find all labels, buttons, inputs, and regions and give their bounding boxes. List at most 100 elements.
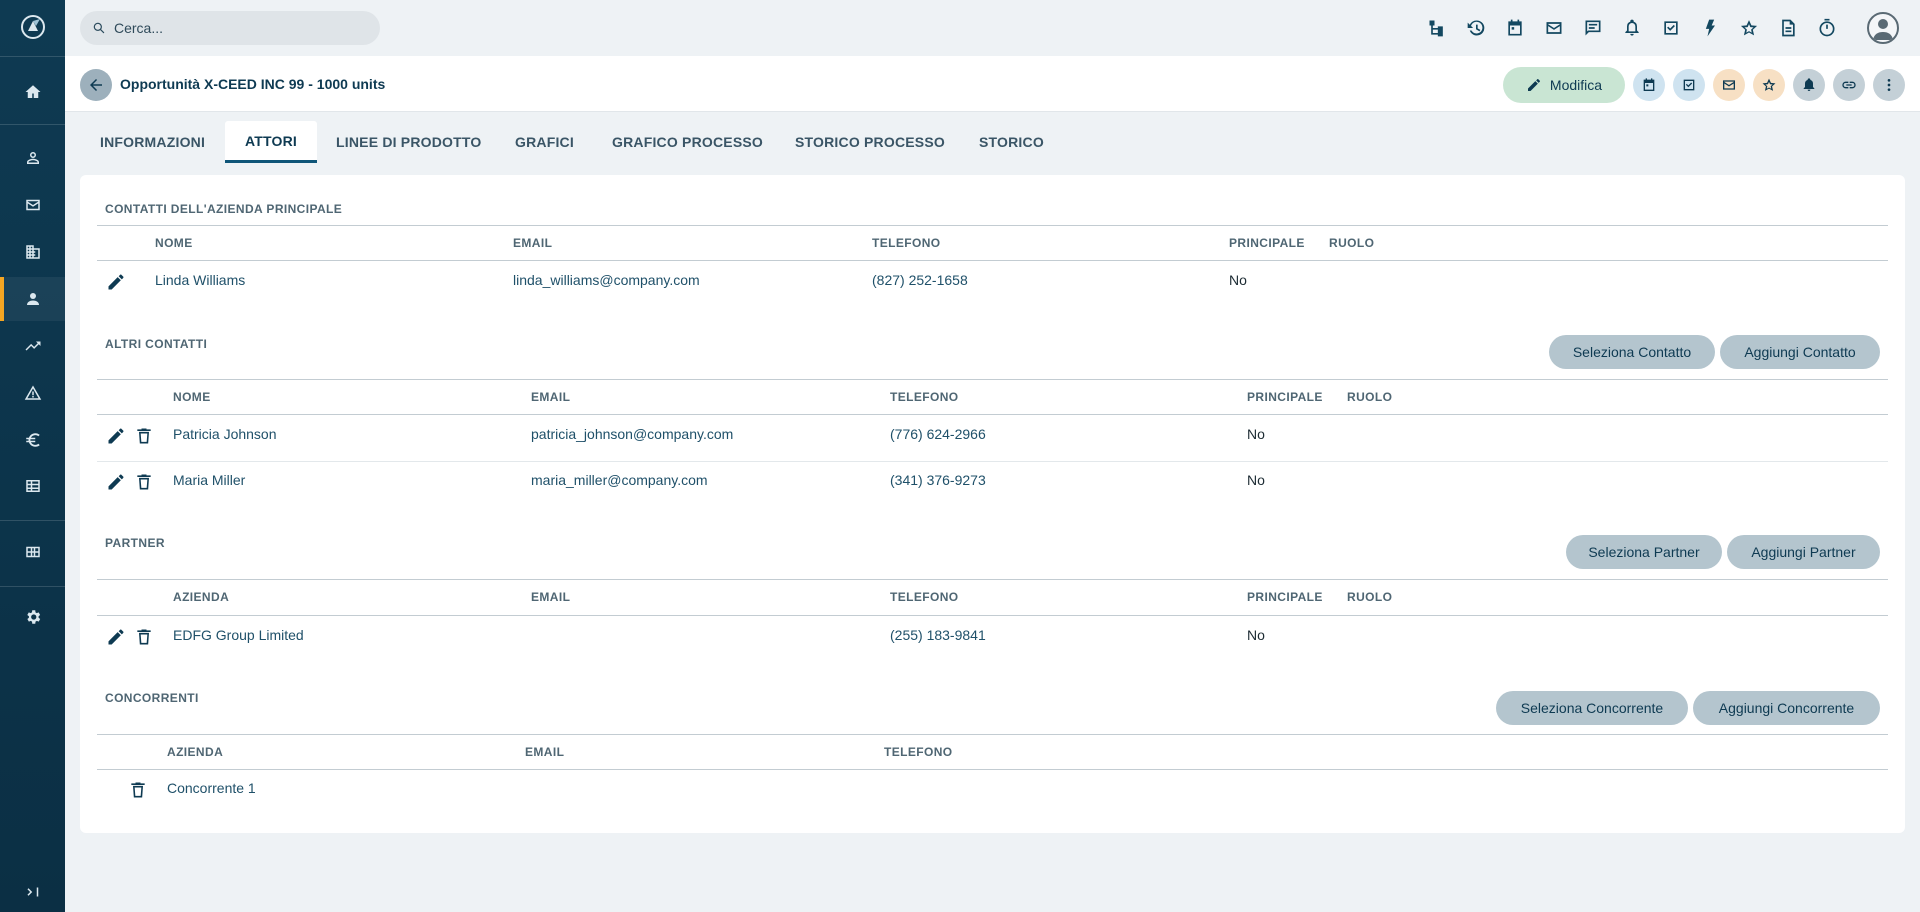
more-options-button[interactable]: [1873, 69, 1905, 101]
tab-linee-di-prodotto[interactable]: LINEE DI PRODOTTO: [316, 121, 502, 163]
add-task-button[interactable]: [1673, 69, 1705, 101]
sidebar-divider: [0, 520, 65, 521]
sidebar-item-finance[interactable]: [0, 418, 65, 462]
edit-row-button[interactable]: [106, 472, 126, 492]
tab-informazioni[interactable]: INFORMAZIONI: [80, 121, 225, 163]
select-competitor-button[interactable]: Seleziona Concorrente: [1496, 691, 1688, 725]
header-divider: [97, 615, 1888, 616]
sidebar-divider: [0, 124, 65, 125]
sidebar-item-mail[interactable]: [0, 183, 65, 227]
tab-storico-processo[interactable]: STORICO PROCESSO: [775, 121, 965, 163]
delete-row-button[interactable]: [134, 472, 154, 492]
column-header-name: NOME: [155, 236, 193, 250]
competitor-name-link[interactable]: Concorrente 1: [167, 780, 256, 796]
delete-row-button[interactable]: [134, 627, 154, 647]
sidebar-item-users[interactable]: [0, 136, 65, 180]
edit-row-button[interactable]: [106, 272, 126, 292]
add-partner-button[interactable]: Aggiungi Partner: [1727, 535, 1880, 569]
topbar-history-button[interactable]: [1464, 16, 1488, 40]
sidebar: [0, 0, 65, 912]
bell-icon: [1803, 78, 1815, 91]
sidebar-item-settings[interactable]: [0, 595, 65, 639]
topbar-timer-button[interactable]: [1815, 16, 1839, 40]
edit-row-button[interactable]: [106, 426, 126, 446]
gear-icon: [26, 610, 40, 624]
reminder-button[interactable]: [1793, 69, 1825, 101]
back-button[interactable]: [80, 69, 112, 101]
section-title-competitors: CONCORRENTI: [105, 691, 199, 705]
sidebar-item-tickets[interactable]: [0, 371, 65, 415]
trash-icon: [137, 474, 151, 490]
contact-primary-value: No: [1247, 472, 1265, 488]
add-contact-button[interactable]: Aggiungi Contatto: [1720, 335, 1880, 369]
column-header-role: RUOLO: [1329, 236, 1375, 250]
favorite-button[interactable]: [1753, 69, 1785, 101]
contact-phone-link[interactable]: (341) 376-9273: [890, 472, 986, 488]
top-bar: [65, 0, 1920, 56]
link-icon: [1842, 81, 1856, 89]
topbar-documents-button[interactable]: [1776, 16, 1800, 40]
topbar-quick-actions-button[interactable]: [1698, 16, 1722, 40]
document-icon: [1782, 19, 1795, 37]
select-contact-button[interactable]: Seleziona Contatto: [1549, 335, 1715, 369]
edit-button[interactable]: Modifica: [1503, 67, 1625, 103]
sidebar-item-companies[interactable]: [0, 230, 65, 274]
topbar-calendar-button[interactable]: [1503, 16, 1527, 40]
send-email-button[interactable]: [1713, 69, 1745, 101]
task-icon: [1683, 79, 1695, 91]
contact-email-link[interactable]: maria_miller@company.com: [531, 472, 708, 488]
sidebar-divider: [0, 56, 65, 57]
tab-attori[interactable]: ATTORI: [225, 121, 318, 163]
search-box[interactable]: [80, 11, 380, 45]
sidebar-collapse-toggle[interactable]: [0, 870, 65, 912]
section-title-main-contacts: CONTATTI DELL'AZIENDA PRINCIPALE: [105, 202, 343, 216]
topbar-chat-button[interactable]: [1581, 16, 1605, 40]
column-header-phone: TELEFONO: [890, 390, 959, 404]
user-icon: [1873, 19, 1893, 40]
topbar-hierarchy-button[interactable]: [1425, 16, 1449, 40]
tab-storico[interactable]: STORICO: [959, 121, 1064, 163]
calendar-icon: [1643, 78, 1655, 91]
sidebar-item-opportunities[interactable]: [0, 324, 65, 368]
sidebar-item-reports[interactable]: [0, 464, 65, 508]
copy-link-button[interactable]: [1833, 69, 1865, 101]
app-logo[interactable]: [20, 14, 46, 40]
sidebar-item-contacts[interactable]: [0, 277, 65, 321]
contact-name-link[interactable]: Patricia Johnson: [173, 426, 277, 442]
person-outline-icon: [26, 152, 39, 164]
contact-primary-value: No: [1229, 272, 1247, 288]
partner-name-link[interactable]: EDFG Group Limited: [173, 627, 304, 643]
user-avatar[interactable]: [1867, 12, 1899, 44]
contact-phone-link[interactable]: (827) 252-1658: [872, 272, 968, 288]
table-icon: [25, 480, 40, 492]
star-icon: [1762, 78, 1776, 91]
add-event-button[interactable]: [1633, 69, 1665, 101]
section-divider: [97, 579, 1888, 580]
contact-name-link[interactable]: Linda Williams: [155, 272, 245, 288]
header-divider: [97, 260, 1888, 261]
arrow-left-icon: [90, 79, 102, 91]
topbar-favorites-button[interactable]: [1737, 16, 1761, 40]
sidebar-item-apps[interactable]: [0, 530, 65, 574]
delete-row-button[interactable]: [128, 780, 148, 800]
tab-grafico-processo[interactable]: GRAFICO PROCESSO: [592, 121, 783, 163]
contact-name-link[interactable]: Maria Miller: [173, 472, 245, 488]
contact-phone-link[interactable]: (776) 624-2966: [890, 426, 986, 442]
trending-up-icon: [25, 341, 40, 351]
topbar-notifications-button[interactable]: [1620, 16, 1644, 40]
select-partner-button[interactable]: Seleziona Partner: [1566, 535, 1722, 569]
search-input[interactable]: [114, 20, 364, 36]
calendar-icon: [1508, 19, 1522, 36]
delete-row-button[interactable]: [134, 426, 154, 446]
column-header-primary: PRINCIPALE: [1247, 590, 1323, 604]
partner-phone-link[interactable]: (255) 183-9841: [890, 627, 986, 643]
sidebar-item-home[interactable]: [0, 70, 65, 114]
edit-row-button[interactable]: [106, 627, 126, 647]
topbar-mail-button[interactable]: [1542, 16, 1566, 40]
contact-email-link[interactable]: patricia_johnson@company.com: [531, 426, 733, 442]
add-competitor-button[interactable]: Aggiungi Concorrente: [1693, 691, 1880, 725]
topbar-tasks-button[interactable]: [1659, 16, 1683, 40]
contact-email-link[interactable]: linda_williams@company.com: [513, 272, 700, 288]
row-divider: [97, 461, 1888, 462]
tab-grafici[interactable]: GRAFICI: [495, 121, 594, 163]
